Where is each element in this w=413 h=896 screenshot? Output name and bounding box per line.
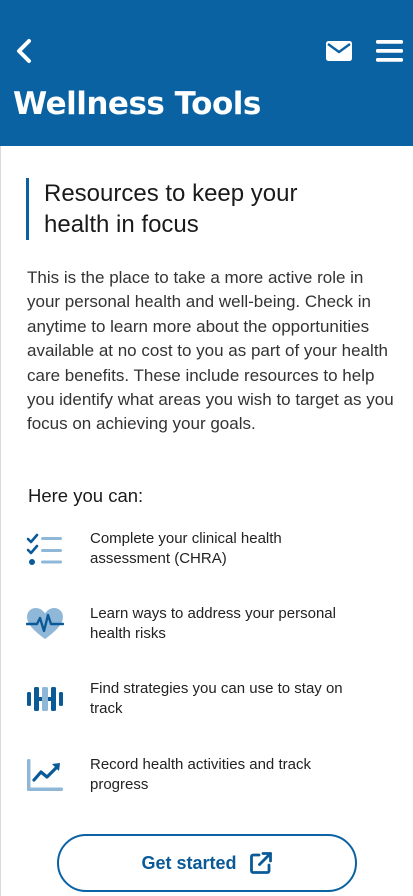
menu-button[interactable] [372,34,406,68]
back-button[interactable] [8,34,40,68]
feature-item-chra: Complete your clinical health assessment… [26,529,376,579]
get-started-button[interactable]: Get started [57,834,357,892]
feature-item-strategies: Find strategies you can use to stay on t… [26,679,376,729]
feature-item-health-risks: Learn ways to address your personal heal… [26,604,376,654]
page-title: Wellness Tools [13,86,261,122]
feature-text: Learn ways to address your personal heal… [90,605,336,642]
features-label: Here you can: [28,485,144,506]
hamburger-menu-icon [375,40,403,62]
trend-chart-icon [26,755,64,795]
feature-text: Complete your clinical health assessment… [90,530,282,567]
heart-pulse-icon [26,604,64,644]
envelope-icon [326,41,352,61]
content-divider [0,146,1,896]
intro-paragraph: This is the place to take a more active … [27,268,394,434]
feature-text: Find strategies you can use to stay on t… [90,680,343,717]
feature-item-track-progress: Record health activities and track progr… [26,755,376,805]
app-header: Wellness Tools [0,0,413,146]
feature-text: Record health activities and track progr… [90,756,311,793]
checklist-icon [26,529,64,569]
chevron-left-icon [17,39,31,63]
section-heading: Resources to keep your health in focus [26,178,366,240]
messages-button[interactable] [322,36,356,66]
dumbbell-icon [26,679,64,719]
external-link-icon [249,851,273,875]
get-started-label: Get started [141,852,237,873]
